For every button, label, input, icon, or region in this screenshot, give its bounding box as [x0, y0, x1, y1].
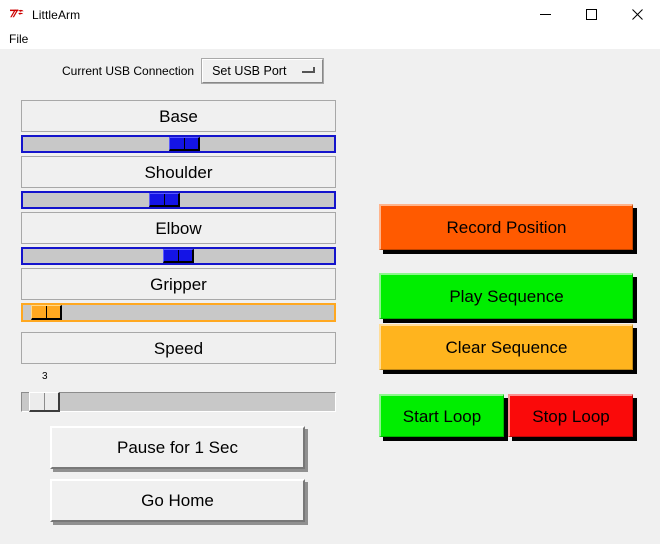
- speed-label: Speed: [21, 332, 336, 364]
- joint-label-base-text: Base: [159, 106, 198, 126]
- spacer-clear-loop: [379, 370, 639, 394]
- slider-elbow[interactable]: [21, 247, 336, 265]
- minimize-button[interactable]: [522, 0, 568, 29]
- loop-button-row: Start Loop Stop Loop: [379, 394, 639, 437]
- go-home-label: Go Home: [141, 491, 214, 510]
- stop-loop-label: Stop Loop: [532, 406, 610, 426]
- record-position-button[interactable]: Record Position: [379, 204, 633, 250]
- go-home-button[interactable]: Go Home: [50, 479, 305, 522]
- joint-label-elbow: Elbow: [21, 212, 336, 244]
- joint-label-shoulder-text: Shoulder: [144, 162, 213, 182]
- option-menu-indicator-icon: [302, 65, 316, 77]
- usb-connection-label: Current USB Connection: [62, 64, 195, 78]
- slider-base[interactable]: [21, 135, 336, 153]
- joint-label-gripper-text: Gripper: [150, 274, 207, 294]
- menu-bar: File: [0, 29, 660, 49]
- slider-gripper-trough[interactable]: [23, 305, 334, 320]
- usb-port-selected-value: Set USB Port: [212, 64, 287, 78]
- usb-connection-row: Current USB Connection Set USB Port: [62, 58, 325, 84]
- speed-scale-trough[interactable]: [21, 392, 336, 412]
- speed-control: Speed 3: [21, 332, 336, 412]
- maximize-button[interactable]: [568, 0, 614, 29]
- play-sequence-label: Play Sequence: [449, 287, 564, 306]
- pause-for-1-sec-button[interactable]: Pause for 1 Sec: [50, 426, 305, 469]
- pause-for-1-sec-label: Pause for 1 Sec: [117, 438, 238, 457]
- usb-port-option-menu[interactable]: Set USB Port: [201, 58, 325, 84]
- window-title: LittleArm: [32, 7, 81, 22]
- stop-loop-button[interactable]: Stop Loop: [508, 394, 633, 437]
- slider-gripper-handle[interactable]: [31, 305, 62, 320]
- joint-label-gripper: Gripper: [21, 268, 336, 300]
- speed-label-text: Speed: [153, 338, 204, 358]
- slider-shoulder[interactable]: [21, 191, 336, 209]
- app-icon: [9, 7, 25, 23]
- menu-item-file[interactable]: File: [3, 30, 34, 48]
- sequence-actions: Record Position Play Sequence Clear Sequ…: [379, 204, 639, 437]
- speed-value-readout: 3: [42, 371, 48, 382]
- speed-scale[interactable]: 3: [21, 371, 336, 412]
- start-loop-button[interactable]: Start Loop: [379, 394, 504, 437]
- spacer-record-play: [379, 250, 639, 273]
- close-button[interactable]: [614, 0, 660, 29]
- record-position-label: Record Position: [446, 218, 567, 237]
- speed-scale-handle[interactable]: [29, 392, 60, 412]
- slider-base-handle[interactable]: [169, 137, 200, 151]
- joint-label-elbow-text: Elbow: [155, 218, 202, 238]
- littlearm-window: LittleArm File Current USB Connection Se: [0, 0, 660, 544]
- joint-label-base: Base: [21, 100, 336, 132]
- clear-sequence-button[interactable]: Clear Sequence: [379, 324, 633, 370]
- slider-gripper[interactable]: [21, 303, 336, 322]
- joint-label-shoulder: Shoulder: [21, 156, 336, 188]
- joint-controls: Base Shoulder Elbow Gripper: [21, 100, 336, 325]
- title-bar: LittleArm: [0, 0, 660, 29]
- clear-sequence-label: Clear Sequence: [445, 338, 568, 357]
- start-loop-label: Start Loop: [402, 406, 482, 426]
- slider-elbow-handle[interactable]: [163, 249, 194, 263]
- client-area: Current USB Connection Set USB Port Base…: [0, 49, 660, 544]
- utility-buttons: Pause for 1 Sec Go Home: [50, 426, 310, 532]
- play-sequence-button[interactable]: Play Sequence: [379, 273, 633, 319]
- slider-shoulder-handle[interactable]: [149, 193, 180, 207]
